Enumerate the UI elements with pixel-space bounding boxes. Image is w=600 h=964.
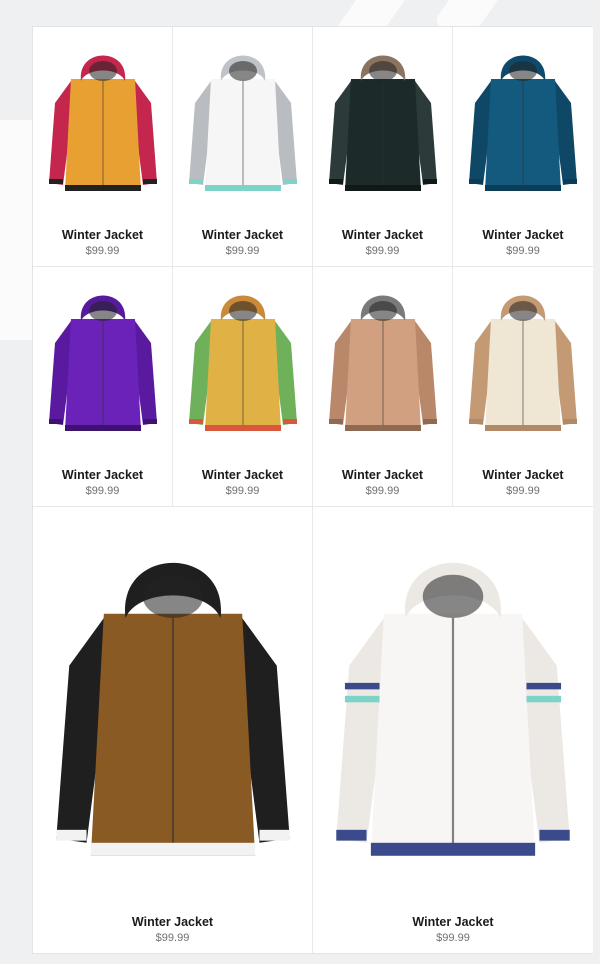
product-name[interactable]: Winter Jacket	[173, 468, 312, 482]
product-price: $99.99	[436, 932, 470, 944]
product-card[interactable]: Winter Jacket $99.99	[313, 507, 593, 953]
product-image[interactable]	[33, 33, 172, 203]
black-fur-hood-parka-image	[328, 55, 437, 191]
product-price: $99.99	[155, 932, 190, 944]
featured-grid: Winter Jacket $99.99 Winter Jacket $99.99	[33, 507, 593, 953]
product-name[interactable]: Winter Jacket	[33, 468, 172, 482]
product-card[interactable]: Winter Jacket $99.99	[313, 267, 453, 507]
product-name[interactable]: Winter Jacket	[453, 228, 593, 242]
purple-hooded-ski-jacket-image	[48, 295, 157, 431]
product-card[interactable]: Winter Jacket $99.99	[173, 27, 313, 267]
product-card[interactable]: Winter Jacket $99.99	[453, 27, 593, 267]
product-price: $99.99	[225, 485, 260, 497]
product-image[interactable]	[313, 33, 452, 203]
product-card[interactable]: Winter Jacket $99.99	[313, 27, 453, 267]
product-name[interactable]: Winter Jacket	[33, 228, 172, 242]
product-price: $99.99	[365, 485, 400, 497]
product-name[interactable]: Winter Jacket	[33, 915, 312, 929]
product-image[interactable]	[453, 33, 593, 203]
striped-multicolor-hooded-jacket-image	[188, 295, 297, 431]
product-name[interactable]: Winter Jacket	[173, 228, 312, 242]
product-image[interactable]	[173, 33, 312, 203]
product-image[interactable]	[33, 273, 172, 443]
tan-patterned-hooded-jacket-image	[328, 295, 437, 431]
product-card[interactable]: Winter Jacket $99.99	[33, 267, 173, 507]
product-price: $99.99	[85, 485, 120, 497]
product-grid: Winter Jacket $99.99 Winter Jacket $99.99 Wi…	[33, 27, 593, 507]
product-image[interactable]	[453, 273, 593, 443]
product-image[interactable]	[313, 273, 452, 443]
product-image[interactable]	[313, 513, 593, 883]
product-name[interactable]: Winter Jacket	[453, 468, 593, 482]
product-grid-panel: Winter Jacket $99.99 Winter Jacket $99.99 Wi…	[32, 26, 593, 954]
product-name[interactable]: Winter Jacket	[313, 228, 452, 242]
cream-tan-sleeve-hooded-jacket-image	[469, 295, 577, 431]
white-grey-hooded-puffer-jacket-image	[188, 55, 297, 191]
product-price: $99.99	[85, 245, 120, 257]
brown-black-varsity-hooded-jacket-image	[55, 562, 290, 856]
product-image[interactable]	[173, 273, 312, 443]
product-price: $99.99	[365, 245, 400, 257]
product-name[interactable]: Winter Jacket	[313, 468, 452, 482]
product-name[interactable]: Winter Jacket	[313, 915, 593, 929]
product-card[interactable]: Winter Jacket $99.99	[173, 267, 313, 507]
product-card[interactable]: Winter Jacket $99.99	[33, 27, 173, 267]
teal-blue-hooded-jacket-image	[469, 55, 577, 191]
product-price: $99.99	[506, 245, 540, 257]
product-price: $99.99	[225, 245, 260, 257]
orange-red-hooded-snowboard-jacket-image	[48, 55, 157, 191]
product-price: $99.99	[506, 485, 540, 497]
product-image[interactable]	[33, 513, 312, 883]
white-quilted-jacket-striped-sleeves-image	[336, 562, 570, 856]
product-card[interactable]: Winter Jacket $99.99	[33, 507, 313, 953]
product-card[interactable]: Winter Jacket $99.99	[453, 267, 593, 507]
